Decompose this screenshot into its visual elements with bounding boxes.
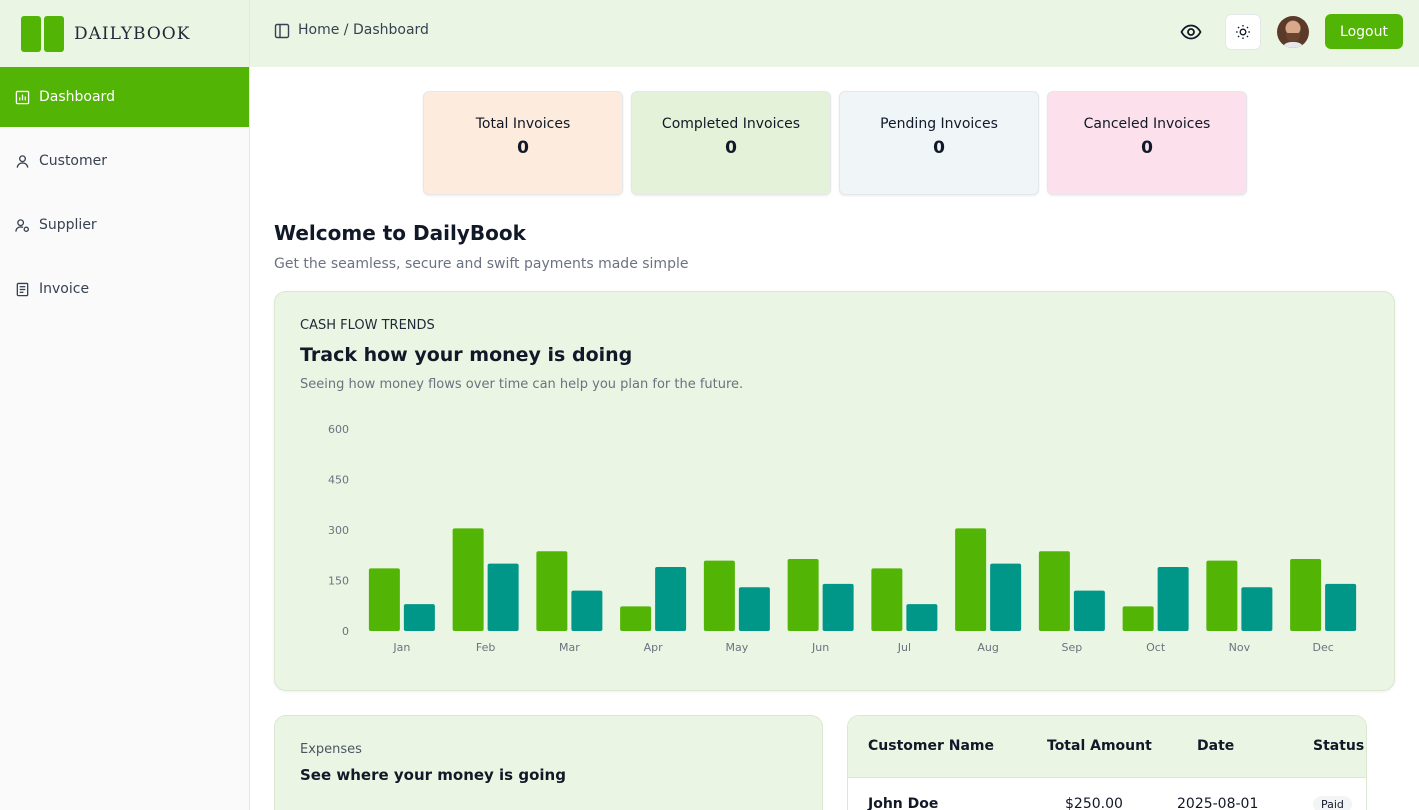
sidebar-item-dashboard[interactable]: Dashboard <box>0 67 249 127</box>
topbar: Home / Dashboard Logout <box>250 0 1419 67</box>
bar-nov-series-1[interactable] <box>1206 560 1238 631</box>
y-tick-label: 600 <box>328 423 349 436</box>
bar-mar-series-2[interactable] <box>571 590 603 631</box>
bar-feb-series-1[interactable] <box>452 528 484 631</box>
bar-jul-series-2[interactable] <box>906 604 938 631</box>
bar-oct-series-1[interactable] <box>1122 606 1154 631</box>
bar-mar-series-1[interactable] <box>536 551 568 631</box>
bar-dec-series-2[interactable] <box>1325 583 1357 631</box>
x-tick-label: Jul <box>897 641 911 654</box>
stat-card-completed: Completed Invoices 0 <box>631 91 831 195</box>
column-header-customer[interactable]: Customer Name <box>868 738 994 754</box>
stat-value: 0 <box>933 138 945 158</box>
y-tick-label: 300 <box>328 524 349 537</box>
sidebar-item-label: Invoice <box>39 281 90 297</box>
x-tick-label: Nov <box>1229 641 1251 654</box>
sidebar-nav: Dashboard Customer Supplier Invoice <box>0 67 249 319</box>
column-header-amount[interactable]: Total Amount <box>1047 738 1152 754</box>
sidebar-item-label: Supplier <box>39 217 97 233</box>
expenses-card: Expenses See where your money is going <box>274 715 823 810</box>
user-cog-icon <box>15 218 29 232</box>
status-badge: Paid <box>1313 796 1352 810</box>
x-tick-label: Sep <box>1062 641 1083 654</box>
eye-icon[interactable] <box>1180 22 1202 42</box>
bar-jul-series-1[interactable] <box>871 568 903 631</box>
bar-jan-series-2[interactable] <box>403 604 435 631</box>
bar-may-series-2[interactable] <box>738 587 770 631</box>
table-header: Customer Name Total Amount Date Status <box>848 716 1366 778</box>
logo[interactable]: DAILYBOOK <box>0 0 249 67</box>
bar-jan-series-1[interactable] <box>368 568 400 631</box>
x-tick-label: Jan <box>392 641 410 654</box>
stat-value: 0 <box>517 138 529 158</box>
bar-apr-series-1[interactable] <box>620 606 652 631</box>
bar-nov-series-2[interactable] <box>1241 587 1273 631</box>
bar-sep-series-2[interactable] <box>1073 590 1105 631</box>
y-tick-label: 0 <box>342 625 349 638</box>
x-tick-label: Dec <box>1312 641 1333 654</box>
stat-card-total: Total Invoices 0 <box>423 91 623 195</box>
stat-label: Canceled Invoices <box>1083 116 1211 132</box>
stat-label: Completed Invoices <box>661 116 801 132</box>
bar-may-series-1[interactable] <box>703 560 735 631</box>
x-tick-label: Oct <box>1146 641 1166 654</box>
invoice-table: Customer Name Total Amount Date Status J… <box>847 715 1367 810</box>
table-row[interactable]: John Doe $250.00 2025-08-01 Paid <box>848 778 1366 810</box>
stat-value: 0 <box>725 138 737 158</box>
bar-feb-series-2[interactable] <box>487 563 519 631</box>
y-tick-label: 450 <box>328 474 349 487</box>
sun-icon <box>1236 25 1250 39</box>
stat-label: Total Invoices <box>475 116 571 132</box>
y-tick-label: 150 <box>328 575 349 588</box>
x-tick-label: Aug <box>977 641 998 654</box>
stat-value: 0 <box>1141 138 1153 158</box>
avatar[interactable] <box>1277 16 1309 48</box>
bar-dec-series-1[interactable] <box>1290 558 1322 631</box>
bar-apr-series-2[interactable] <box>655 567 687 631</box>
cashflow-card: CASH FLOW TRENDS Track how your money is… <box>274 291 1395 691</box>
bar-aug-series-2[interactable] <box>990 563 1022 631</box>
welcome-subtitle: Get the seamless, secure and swift payme… <box>274 256 689 272</box>
sidebar-item-invoice[interactable]: Invoice <box>0 259 249 319</box>
sidebar-item-supplier[interactable]: Supplier <box>0 195 249 255</box>
x-tick-label: Apr <box>644 641 664 654</box>
column-header-date[interactable]: Date <box>1197 738 1234 754</box>
bar-oct-series-2[interactable] <box>1157 567 1189 631</box>
sidebar: DAILYBOOK Dashboard Customer Supplier In… <box>0 0 250 810</box>
stat-card-canceled: Canceled Invoices 0 <box>1047 91 1247 195</box>
user-icon <box>16 154 29 168</box>
chart-bar-icon <box>15 90 30 104</box>
expenses-eyebrow: Expenses <box>300 742 362 757</box>
stat-label: Pending Invoices <box>880 116 998 132</box>
sidebar-toggle-icon[interactable] <box>274 23 290 39</box>
bar-jun-series-2[interactable] <box>822 583 854 631</box>
cell-date: 2025-08-01 <box>1177 796 1259 810</box>
x-tick-label: Feb <box>476 641 495 654</box>
expenses-title: See where your money is going <box>300 766 566 784</box>
book-logo-icon <box>21 15 65 52</box>
breadcrumb: Home / Dashboard <box>298 22 429 38</box>
welcome-title: Welcome to DailyBook <box>274 221 526 245</box>
logout-button[interactable]: Logout <box>1325 14 1403 49</box>
stat-card-pending: Pending Invoices 0 <box>839 91 1039 195</box>
bar-aug-series-1[interactable] <box>955 528 987 631</box>
sidebar-item-label: Dashboard <box>39 89 115 105</box>
x-tick-label: Mar <box>559 641 580 654</box>
x-tick-label: Jun <box>811 641 829 654</box>
sidebar-item-customer[interactable]: Customer <box>0 131 249 191</box>
column-header-status[interactable]: Status <box>1313 738 1364 754</box>
app-name: DAILYBOOK <box>74 23 191 44</box>
theme-toggle-button[interactable] <box>1225 14 1261 50</box>
stats-row: Total Invoices 0 Completed Invoices 0 Pe… <box>423 91 1247 195</box>
bar-jun-series-1[interactable] <box>787 558 819 631</box>
x-tick-label: May <box>726 641 749 654</box>
bar-sep-series-1[interactable] <box>1038 551 1070 631</box>
file-text-icon <box>16 282 29 296</box>
cashflow-chart: 0 150 300 450 600 Jan Feb Mar Apr May Jun Jul Aug Sep… <box>328 423 1357 654</box>
cell-customer-name: John Doe <box>868 796 939 810</box>
cell-amount: $250.00 <box>1065 796 1123 810</box>
sidebar-item-label: Customer <box>39 153 108 169</box>
